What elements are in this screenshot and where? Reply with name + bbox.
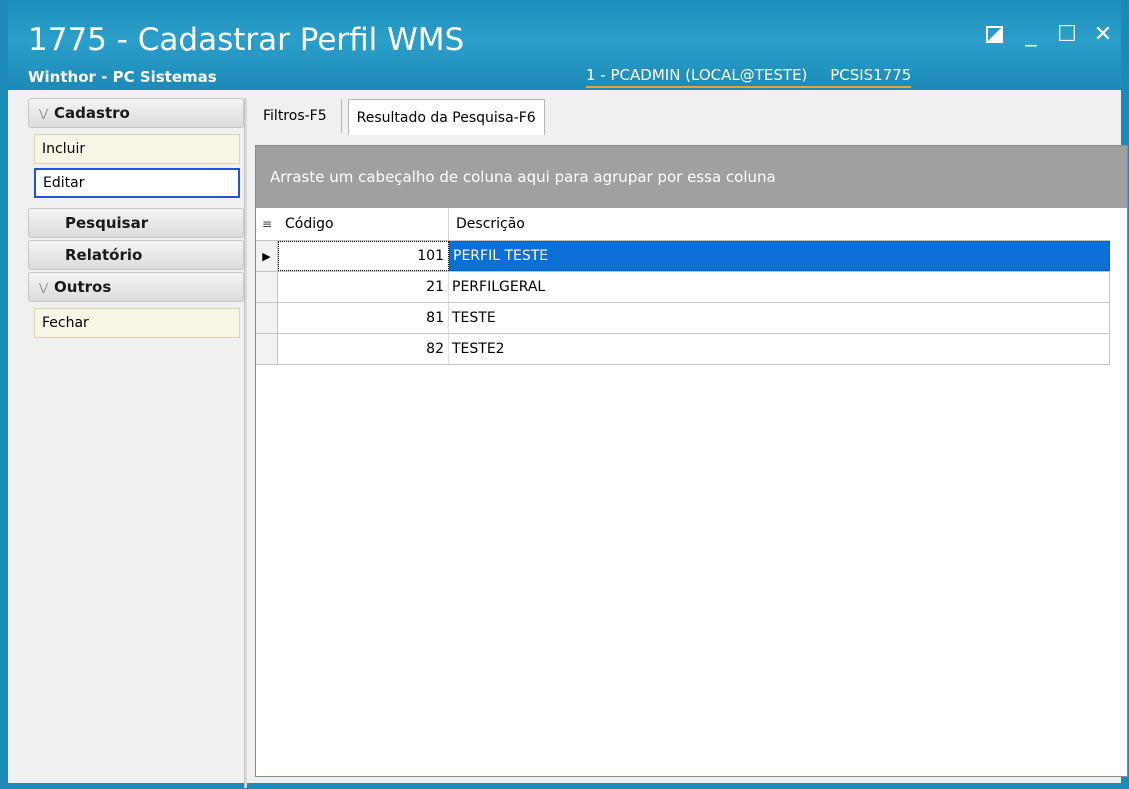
cell-code[interactable]: 81 (278, 303, 449, 333)
chevron-down-icon: ⋁ (39, 280, 49, 294)
session-info: 1 - PCADMIN (LOCAL@TESTE) PCSIS1775 (586, 66, 912, 88)
window-title: 1775 - Cadastrar Perfil WMS (28, 22, 465, 58)
editar-button[interactable]: Editar (34, 168, 240, 198)
cell-description[interactable]: PERFILGERAL (449, 272, 1110, 302)
cell-code[interactable]: 21 (278, 272, 449, 302)
sidebar: ⋁ Cadastro Incluir Editar Pesquisar Rela… (28, 98, 244, 348)
group-pesquisar[interactable]: Pesquisar (28, 208, 244, 238)
cell-code[interactable]: 101 (278, 241, 449, 271)
row-indicator (256, 272, 278, 302)
table-row[interactable]: ▶ 101 PERFIL TESTE (256, 241, 1110, 272)
grid-header: ≡ Código Descrição (256, 208, 1127, 240)
title-bar[interactable]: 1775 - Cadastrar Perfil WMS Winthor - PC… (8, 0, 1121, 90)
window-controls: _ ☐ ✕ (977, 20, 1121, 50)
tab-resultado[interactable]: Resultado da Pesquisa-F6 (347, 99, 545, 135)
chevron-down-icon: ⋁ (39, 106, 49, 120)
group-outros[interactable]: ⋁ Outros (28, 272, 244, 302)
tab-filtros[interactable]: Filtros-F5 (255, 99, 342, 133)
group-cadastro-body: Incluir Editar (28, 128, 244, 208)
group-cadastro-label: Cadastro (54, 104, 130, 122)
splitter[interactable] (244, 98, 247, 788)
program-code: PCSIS1775 (830, 66, 912, 84)
group-relatorio[interactable]: Relatório (28, 240, 244, 270)
tab-strip: Filtros-F5 Resultado da Pesquisa-F6 (255, 99, 545, 135)
cell-code[interactable]: 82 (278, 334, 449, 364)
cell-description[interactable]: TESTE (449, 303, 1110, 333)
cell-description[interactable]: PERFIL TESTE (449, 241, 1110, 271)
app-window: 1775 - Cadastrar Perfil WMS Winthor - PC… (0, 0, 1129, 789)
group-outros-body: Fechar (28, 302, 244, 348)
column-chooser-icon[interactable]: ≡ (256, 208, 278, 240)
row-indicator (256, 334, 278, 364)
app-subtitle: Winthor - PC Sistemas (28, 68, 217, 86)
row-indicator-icon: ▶ (256, 241, 278, 271)
group-by-panel[interactable]: Arraste um cabeçalho de coluna aqui para… (256, 146, 1127, 208)
results-grid: Arraste um cabeçalho de coluna aqui para… (255, 145, 1128, 777)
maximize-button[interactable]: ☐ (1049, 20, 1085, 50)
minimize-button[interactable]: _ (1013, 20, 1049, 50)
grid-body: ▶ 101 PERFIL TESTE 21 PERFILGERAL 81 TES… (256, 240, 1110, 365)
incluir-button[interactable]: Incluir (34, 134, 240, 164)
user-label: 1 - PCADMIN (LOCAL@TESTE) (586, 66, 808, 84)
row-indicator (256, 303, 278, 333)
table-row[interactable]: 82 TESTE2 (256, 334, 1110, 365)
group-cadastro[interactable]: ⋁ Cadastro (28, 98, 244, 128)
column-header-descricao[interactable]: Descrição (449, 208, 1109, 240)
close-button[interactable]: ✕ (1085, 20, 1121, 50)
fechar-button[interactable]: Fechar (34, 308, 240, 338)
cell-description[interactable]: TESTE2 (449, 334, 1110, 364)
table-row[interactable]: 81 TESTE (256, 303, 1110, 334)
column-header-codigo[interactable]: Código (278, 208, 449, 240)
group-outros-label: Outros (54, 278, 112, 296)
table-row[interactable]: 21 PERFILGERAL (256, 272, 1110, 303)
restore-icon[interactable] (977, 20, 1013, 50)
